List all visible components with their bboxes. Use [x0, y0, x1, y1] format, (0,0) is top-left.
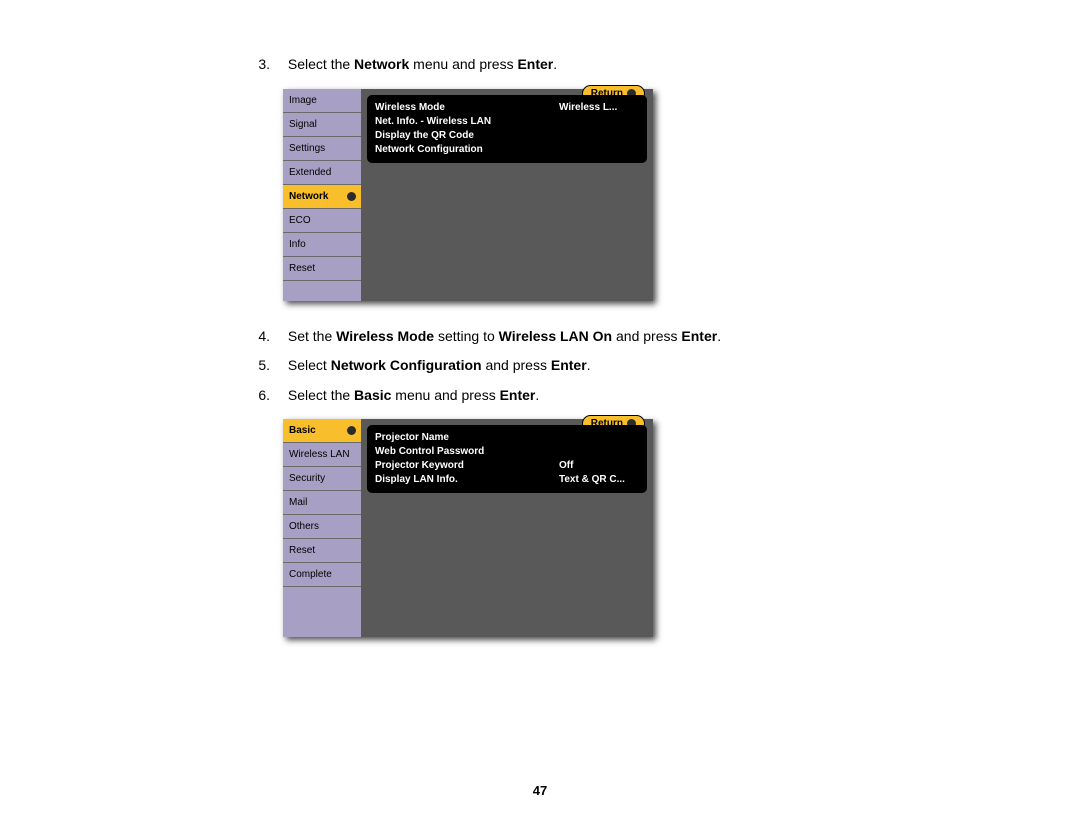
step-number: 4. — [244, 327, 270, 347]
sidebar-item-security[interactable]: Security — [283, 467, 361, 491]
projector-menu-network: Image Signal Settings Extended Network E… — [283, 89, 653, 301]
step-number: 6. — [244, 386, 270, 406]
sidebar-fill — [283, 281, 361, 301]
menu-sidebar: Image Signal Settings Extended Network E… — [283, 89, 361, 301]
sidebar-item-basic[interactable]: Basic — [283, 419, 361, 443]
panel-row[interactable]: Projector Name — [375, 431, 639, 445]
projector-menu-basic: Basic Wireless LAN Security Mail Others … — [283, 419, 653, 637]
step-text: Set the Wireless Mode setting to Wireles… — [288, 328, 721, 344]
panel-row[interactable]: Network Configuration — [375, 143, 639, 157]
panel-row[interactable]: Projector KeywordOff — [375, 459, 639, 473]
step-text: Select the Network menu and press Enter. — [288, 56, 557, 72]
step-text: Select Network Configuration and press E… — [288, 357, 591, 373]
panel-row[interactable]: Net. Info. - Wireless LAN — [375, 115, 639, 129]
menu-panel: Wireless ModeWireless L... Net. Info. - … — [367, 95, 647, 163]
document-page: 3. Select the Network menu and press Ent… — [0, 0, 1080, 834]
panel-row[interactable]: Wireless ModeWireless L... — [375, 101, 639, 115]
page-number: 47 — [0, 783, 1080, 798]
sidebar-item-complete[interactable]: Complete — [283, 563, 361, 587]
sidebar-item-extended[interactable]: Extended — [283, 161, 361, 185]
step-text: Select the Basic menu and press Enter. — [288, 387, 539, 403]
sidebar-item-info[interactable]: Info — [283, 233, 361, 257]
sidebar-item-eco[interactable]: ECO — [283, 209, 361, 233]
sidebar-item-image[interactable]: Image — [283, 89, 361, 113]
sidebar-item-others[interactable]: Others — [283, 515, 361, 539]
panel-row[interactable]: Display LAN Info.Text & QR C... — [375, 473, 639, 487]
sidebar-item-settings[interactable]: Settings — [283, 137, 361, 161]
step-3: 3. Select the Network menu and press Ent… — [0, 55, 1080, 75]
sidebar-item-mail[interactable]: Mail — [283, 491, 361, 515]
step-5: 5. Select Network Configuration and pres… — [0, 356, 1080, 376]
step-number: 3. — [244, 55, 270, 75]
panel-row[interactable]: Display the QR Code — [375, 129, 639, 143]
sidebar-item-reset[interactable]: Reset — [283, 539, 361, 563]
step-number: 5. — [244, 356, 270, 376]
sidebar-item-wireless-lan[interactable]: Wireless LAN — [283, 443, 361, 467]
sidebar-item-reset[interactable]: Reset — [283, 257, 361, 281]
sidebar-fill — [283, 587, 361, 637]
sidebar-item-signal[interactable]: Signal — [283, 113, 361, 137]
sidebar-item-network[interactable]: Network — [283, 185, 361, 209]
step-4: 4. Set the Wireless Mode setting to Wire… — [0, 327, 1080, 347]
step-6: 6. Select the Basic menu and press Enter… — [0, 386, 1080, 406]
menu-panel: Projector Name Web Control Password Proj… — [367, 425, 647, 493]
panel-row[interactable]: Web Control Password — [375, 445, 639, 459]
